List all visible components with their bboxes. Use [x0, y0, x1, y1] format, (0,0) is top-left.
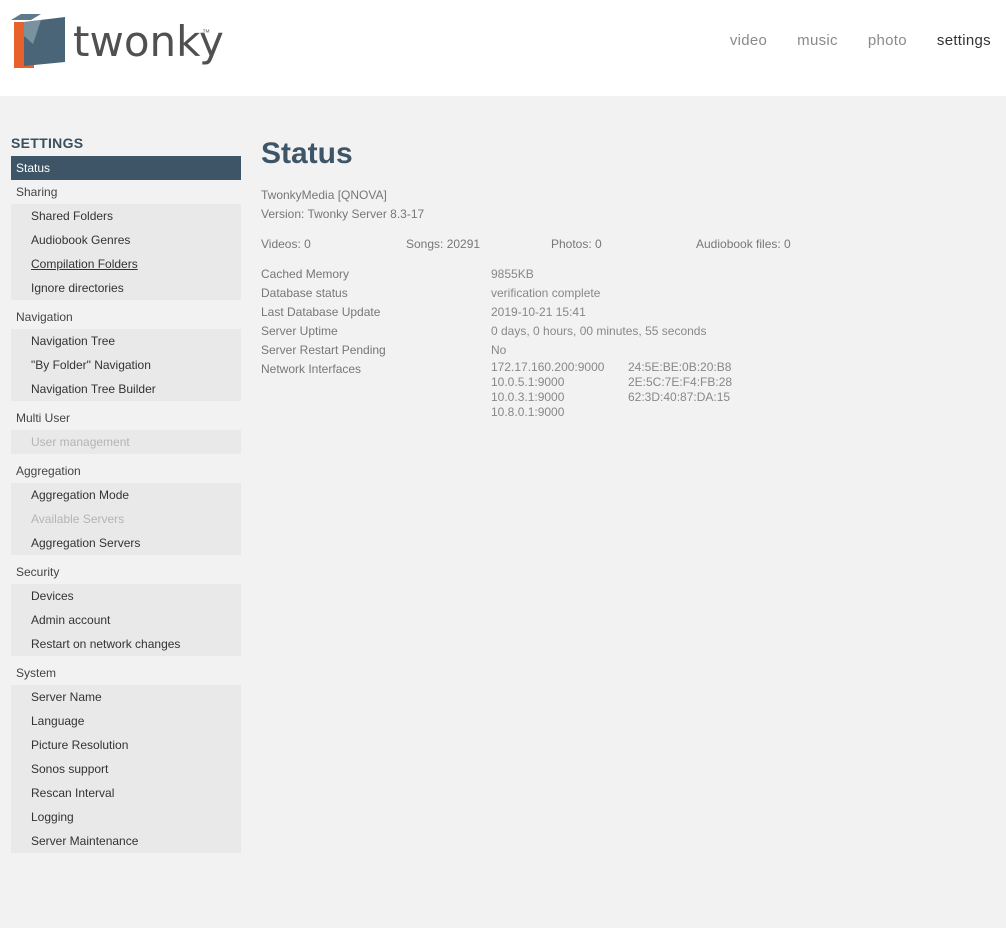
server-version-text: Version: Twonky Server 8.3-17: [261, 207, 425, 221]
sidebar-section-security[interactable]: Security: [11, 560, 241, 584]
trademark-mark: ™: [202, 28, 210, 37]
stat-row: Database status verification complete: [261, 284, 981, 303]
sidebar-group-navigation: Navigation Tree "By Folder" Navigation N…: [11, 329, 241, 401]
sidebar-item-available-servers: Available Servers: [31, 512, 125, 526]
sidebar-item-by-folder-navigation[interactable]: "By Folder" Navigation: [11, 353, 241, 377]
sidebar-item-sonos-support[interactable]: Sonos support: [11, 757, 241, 781]
sidebar-item-restart-on-network-changes[interactable]: Restart on network changes: [11, 632, 241, 656]
photos-count: Photos: 0: [551, 237, 602, 251]
server-name-text: TwonkyMedia [QNOVA]: [261, 188, 387, 202]
stat-label: Last Database Update: [261, 305, 381, 319]
media-counts: Videos: 0 Songs: 20291 Photos: 0 Audiobo…: [261, 234, 981, 254]
videos-count: Videos: 0: [261, 237, 311, 251]
songs-count: Songs: 20291: [406, 237, 481, 251]
interface-mac: 62:3D:40:87:DA:15: [628, 390, 731, 404]
status-stats: Cached Memory 9855KB Database status ver…: [261, 265, 981, 420]
network-interface: 10.8.0.1:9000: [491, 405, 732, 420]
sidebar-item-aggregation-servers[interactable]: Aggregation Servers: [11, 531, 241, 555]
sidebar-item-server-maintenance[interactable]: Server Maintenance: [11, 829, 241, 853]
sidebar-item-aggregation-mode[interactable]: Aggregation Mode: [11, 483, 241, 507]
sidebar-group-system: Server Name Language Picture Resolution …: [11, 685, 241, 853]
sidebar-item-status[interactable]: Status: [11, 156, 241, 180]
nav-settings[interactable]: settings: [937, 32, 991, 49]
sidebar-item-ignore-directories[interactable]: Ignore directories: [11, 276, 241, 300]
stat-label: Cached Memory: [261, 267, 350, 281]
network-interfaces-row: Network Interfaces 172.17.160.200:9000 2…: [261, 360, 981, 420]
network-interfaces-label: Network Interfaces: [261, 362, 362, 376]
sidebar-item-shared-folders[interactable]: Shared Folders: [11, 204, 241, 228]
sidebar-section-sharing[interactable]: Sharing: [11, 180, 241, 204]
sidebar-item-compilation-folders[interactable]: Compilation Folders: [11, 252, 241, 276]
interface-ip: 10.0.5.1:9000: [491, 375, 565, 389]
nav-photo[interactable]: photo: [868, 32, 907, 49]
audiobooks-count: Audiobook files: 0: [696, 237, 791, 251]
sidebar-item-admin-account[interactable]: Admin account: [11, 608, 241, 632]
interface-ip: 10.0.3.1:9000: [491, 390, 565, 404]
sidebar-title: SETTINGS: [11, 135, 84, 151]
sidebar-item-user-management: User management: [31, 435, 130, 449]
stat-label: Server Restart Pending: [261, 343, 386, 357]
sidebar-group-multi-user: User management: [11, 430, 241, 454]
sidebar-group-sharing: Shared Folders Audiobook Genres Compilat…: [11, 204, 241, 300]
sidebar-item-picture-resolution[interactable]: Picture Resolution: [11, 733, 241, 757]
interface-ip: 10.8.0.1:9000: [491, 405, 565, 419]
sidebar-section-system[interactable]: System: [11, 661, 241, 685]
sidebar-item-language[interactable]: Language: [11, 709, 241, 733]
sidebar-section-navigation[interactable]: Navigation: [11, 305, 241, 329]
stat-value: verification complete: [491, 286, 601, 300]
stat-row: Server Restart Pending No: [261, 341, 981, 360]
sidebar-item-navigation-tree-builder[interactable]: Navigation Tree Builder: [11, 377, 241, 401]
stat-label: Database status: [261, 286, 348, 300]
sidebar-item-rescan-interval[interactable]: Rescan Interval: [11, 781, 241, 805]
status-panel: Status TwonkyMedia [QNOVA] Version: Twon…: [261, 136, 981, 420]
twonky-logo-icon: [11, 14, 65, 68]
sidebar-item-audiobook-genres[interactable]: Audiobook Genres: [11, 228, 241, 252]
sidebar-item-logging[interactable]: Logging: [11, 805, 241, 829]
nav-video[interactable]: video: [730, 32, 767, 49]
stat-value: 0 days, 0 hours, 00 minutes, 55 seconds: [491, 324, 707, 338]
interface-mac: 24:5E:BE:0B:20:B8: [628, 360, 732, 374]
stat-row: Server Uptime 0 days, 0 hours, 00 minute…: [261, 322, 981, 341]
sidebar-group-security: Devices Admin account Restart on network…: [11, 584, 241, 656]
sidebar-item-server-name[interactable]: Server Name: [11, 685, 241, 709]
stat-value: 2019-10-21 15:41: [491, 305, 586, 319]
stat-row: Cached Memory 9855KB: [261, 265, 981, 284]
interface-ip: 172.17.160.200:9000: [491, 360, 605, 374]
top-navigation: video music photo settings: [730, 32, 991, 49]
stat-value: 9855KB: [491, 267, 534, 281]
twonky-logo[interactable]: twonky ™: [11, 14, 224, 68]
header: twonky ™ video music photo settings: [0, 0, 1006, 96]
sidebar-item-navigation-tree[interactable]: Navigation Tree: [11, 329, 241, 353]
network-interface: 10.0.5.1:9000 2E:5C:7E:F4:FB:28: [491, 375, 732, 390]
stat-label: Server Uptime: [261, 324, 338, 338]
stat-row: Last Database Update 2019-10-21 15:41: [261, 303, 981, 322]
nav-music[interactable]: music: [797, 32, 838, 49]
sidebar-item-devices[interactable]: Devices: [11, 584, 241, 608]
network-interface: 172.17.160.200:9000 24:5E:BE:0B:20:B8: [491, 360, 732, 375]
page-title: Status: [261, 137, 353, 170]
sidebar-group-aggregation: Aggregation Mode Available Servers Aggre…: [11, 483, 241, 555]
sidebar-section-multi-user[interactable]: Multi User: [11, 406, 241, 430]
settings-sidebar: SETTINGS Status Sharing Shared Folders A…: [11, 134, 241, 858]
interface-mac: 2E:5C:7E:F4:FB:28: [628, 375, 733, 389]
logo-text: twonky: [73, 17, 224, 66]
sidebar-section-aggregation[interactable]: Aggregation: [11, 459, 241, 483]
network-interfaces-list: 172.17.160.200:9000 24:5E:BE:0B:20:B8 10…: [491, 360, 732, 420]
network-interface: 10.0.3.1:9000 62:3D:40:87:DA:15: [491, 390, 732, 405]
stat-value: No: [491, 343, 507, 357]
